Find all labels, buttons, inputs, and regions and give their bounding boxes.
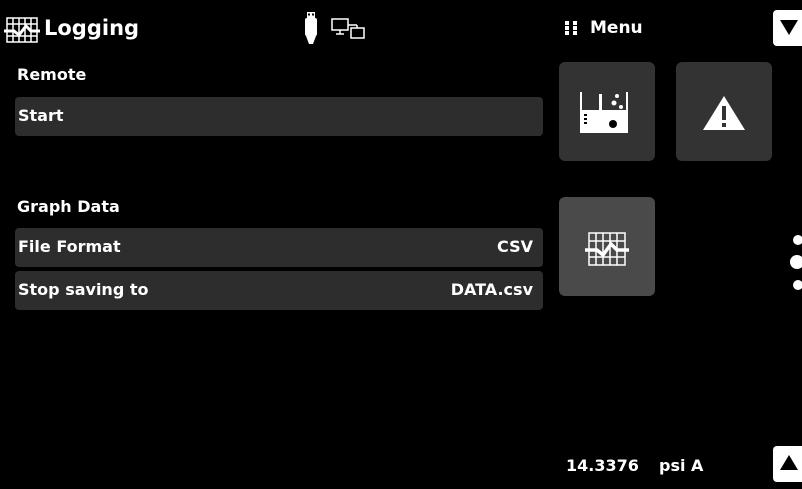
logging-tile[interactable]: [559, 197, 655, 296]
graph-data-section-label: Graph Data: [17, 197, 120, 216]
warning-icon: [703, 96, 745, 130]
page-indicator: [790, 235, 802, 290]
alarm-tile[interactable]: [676, 62, 772, 161]
file-format-row[interactable]: File Format CSV: [15, 228, 543, 267]
usb-icon: [305, 12, 317, 44]
stop-saving-row[interactable]: Stop saving to DATA.csv: [15, 271, 543, 310]
logging-chart-icon: [585, 232, 629, 266]
file-format-label: File Format: [18, 237, 121, 256]
chart-grid-icon: [4, 17, 40, 43]
page-dot[interactable]: [793, 235, 802, 245]
triangle-up-icon: [780, 455, 798, 470]
stop-saving-value: DATA.csv: [450, 280, 533, 299]
page-title: Logging: [44, 16, 140, 40]
menu-button[interactable]: Menu: [590, 16, 643, 40]
remote-section-label: Remote: [17, 65, 87, 84]
page-dot-active[interactable]: [790, 255, 802, 269]
measure-beaker-icon: [580, 92, 628, 133]
file-format-value: CSV: [497, 237, 533, 256]
pressure-reading-value: 14.3376: [566, 456, 639, 475]
start-label: Start: [18, 106, 64, 125]
scroll-down-button[interactable]: [773, 10, 802, 46]
page-dot[interactable]: [793, 280, 802, 290]
pressure-reading-unit: psi A: [659, 456, 704, 475]
remote-computer-icon: [331, 18, 365, 39]
measure-tile[interactable]: [559, 62, 655, 161]
start-button[interactable]: Start: [15, 97, 543, 136]
triangle-down-icon: [780, 20, 798, 35]
stop-saving-label: Stop saving to: [18, 280, 149, 299]
menu-dots-icon[interactable]: [564, 20, 578, 36]
scroll-up-button[interactable]: [773, 446, 802, 482]
